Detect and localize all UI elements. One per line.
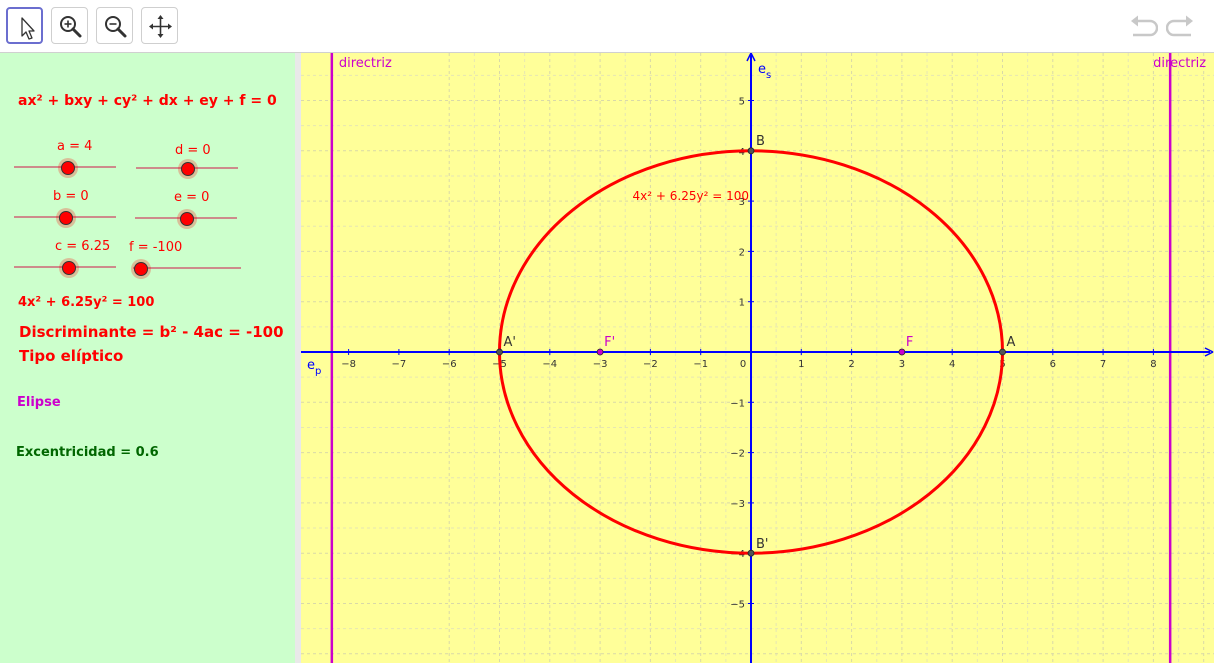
x-tick-label: −4: [542, 359, 557, 370]
slider-e-label: e = 0: [174, 190, 210, 205]
zoom-out-button[interactable]: [96, 7, 133, 44]
slider-b-label: b = 0: [53, 189, 89, 204]
slider-a-label: a = 4: [57, 139, 93, 154]
point-B-prime: [747, 549, 755, 557]
slider-b-knob[interactable]: [59, 211, 73, 225]
move-tool-button[interactable]: [6, 7, 43, 44]
zoom-in-button[interactable]: [51, 7, 88, 44]
x-tick-label: 8: [1150, 359, 1156, 370]
point-label: B: [756, 134, 765, 149]
point-B: [747, 147, 755, 155]
x-tick-label: −8: [341, 359, 356, 370]
y-tick-label: −1: [730, 398, 745, 409]
x-tick-label: 3: [899, 359, 905, 370]
general-equation: ax² + bxy + cy² + dx + ey + f = 0: [18, 93, 277, 109]
y-tick-label: −5: [730, 600, 745, 611]
redo-icon[interactable]: [1166, 12, 1196, 42]
x-tick-label: −2: [643, 359, 658, 370]
slider-f-knob[interactable]: [134, 262, 148, 276]
point-A: [999, 348, 1006, 356]
slider-a-knob[interactable]: [61, 161, 75, 175]
x-tick-label: −1: [693, 359, 708, 370]
point-F: [898, 348, 906, 356]
eccentricity-text: Excentricidad = 0.6: [16, 445, 159, 460]
move-graphics-button[interactable]: [141, 7, 178, 44]
y-tick-label: −4: [730, 549, 745, 560]
directrix-label: directriz: [1153, 56, 1206, 71]
y-tick-label: −2: [730, 449, 745, 460]
slider-c-label: c = 6.25: [55, 239, 111, 254]
x-tick-label: 6: [1050, 359, 1056, 370]
point-label: F: [906, 335, 913, 350]
slider-f-label: f = -100: [129, 240, 183, 255]
x-tick-label: −3: [593, 359, 608, 370]
graphics-canvas[interactable]: directriz directriz epes −8 −7 −6 −5 −4 −3 −2 −1…: [301, 52, 1214, 663]
slider-e-knob[interactable]: [180, 212, 194, 226]
point-label: A: [1007, 335, 1016, 350]
conic-equation: 4x² + 6.25y² = 100: [18, 295, 155, 310]
y-tick-label: 1: [739, 298, 745, 309]
point-F-prime: [596, 348, 604, 356]
algebra-view: ax² + bxy + cy² + dx + ey + f = 0 a = 4 …: [0, 53, 295, 663]
move-arrows-icon: [149, 15, 172, 38]
graphics-view[interactable]: directriz directriz ep es −8 −7 −6 −5 −4 −3 −2 −1…: [301, 52, 1214, 663]
zoom-out-icon: [105, 16, 127, 38]
x-tick-label: 2: [848, 359, 854, 370]
point-A-prime: [496, 348, 503, 356]
x-tick-label: −6: [442, 359, 457, 370]
discriminant-text: Discriminante = b² - 4ac = -100: [19, 323, 284, 341]
ellipse-label: 4x² + 6.25y² = 100: [633, 189, 749, 203]
undo-icon[interactable]: [1128, 12, 1158, 42]
arrow-cursor-icon: [21, 17, 35, 40]
x-tick-label: 4: [949, 359, 955, 370]
slider-d-label: d = 0: [175, 143, 211, 158]
point-label: B': [756, 537, 769, 552]
slider-f-track[interactable]: [133, 267, 241, 269]
conic-type-text: Tipo elíptico: [19, 347, 124, 365]
point-label: A': [504, 335, 516, 350]
x-tick-label: 0: [740, 359, 746, 370]
point-label: F': [604, 335, 615, 350]
directrix-label: directriz: [339, 56, 392, 71]
y-tick-label: −3: [730, 499, 745, 510]
y-tick-label: 5: [739, 97, 745, 108]
x-tick-label: 1: [798, 359, 804, 370]
x-tick-label: −7: [392, 359, 407, 370]
y-tick-label: 2: [739, 247, 745, 258]
x-tick-label: 7: [1100, 359, 1106, 370]
conic-name-text: Elipse: [17, 395, 61, 410]
slider-c-knob[interactable]: [62, 261, 76, 275]
zoom-in-icon: [60, 16, 82, 38]
slider-d-knob[interactable]: [181, 162, 195, 176]
toolbar: [0, 0, 1214, 53]
